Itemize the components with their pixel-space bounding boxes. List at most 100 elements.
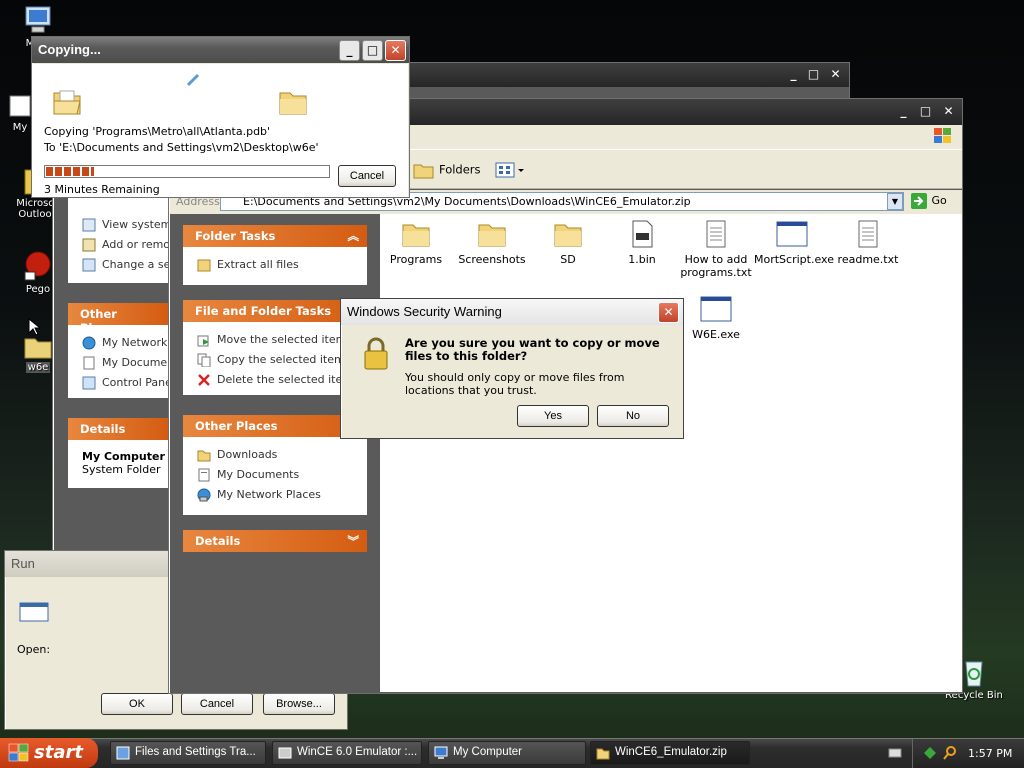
address-dropdown-button[interactable]: ▼ <box>887 193 903 210</box>
folder-icon <box>413 164 434 179</box>
emulator-icon <box>278 747 292 759</box>
system-tasks-pane: View system Add or remov Change a se <box>68 193 177 283</box>
details-pane: Details ︾ <box>183 530 367 552</box>
file-item[interactable]: Screenshots <box>454 219 530 266</box>
file-item[interactable]: W6E.exe <box>678 294 754 341</box>
folder-icon <box>554 224 582 247</box>
binary-file-icon <box>632 220 653 248</box>
start-button[interactable]: start <box>0 738 98 768</box>
copying-dialog[interactable]: Copying... _ □ ✕ Copying 'Programs\Metro… <box>31 36 410 198</box>
search-icon[interactable] <box>942 745 958 761</box>
text-file-icon <box>858 220 878 248</box>
flying-paper-icon <box>186 73 200 87</box>
go-button[interactable]: Go <box>910 192 947 210</box>
folders-button[interactable]: Folders <box>413 161 481 179</box>
folder-icon <box>402 224 430 247</box>
documents-icon <box>9 95 31 117</box>
taskbar-item-wince-emulator[interactable]: WinCE 6.0 Emulator :... <box>272 741 422 765</box>
task-delete-selected[interactable]: Delete the selected items <box>197 373 359 387</box>
file-item[interactable]: Programs <box>378 219 454 266</box>
place-downloads[interactable]: Downloads <box>197 448 277 462</box>
place-control-panel[interactable]: Control Pane <box>82 376 172 390</box>
task-copy-selected[interactable]: Copy the selected items <box>197 353 350 367</box>
network-tray-icon[interactable] <box>922 745 938 761</box>
views-button[interactable] <box>495 161 527 182</box>
browse-button[interactable]: Browse... <box>263 693 335 715</box>
open-label: Open: <box>17 643 51 656</box>
transfer-wizard-icon <box>116 746 130 760</box>
task-extract-all[interactable]: Extract all files <box>197 258 299 272</box>
file-view[interactable]: Programs Screenshots SD 1.bin How to add… <box>380 214 962 692</box>
taskbar-item-zip[interactable]: WinCE6_Emulator.zip <box>590 741 750 765</box>
task-view-system[interactable]: View system <box>82 218 171 232</box>
folder-tasks-header[interactable]: Folder Tasks ︽ <box>183 225 367 247</box>
file-item[interactable]: MortScript.exe <box>754 219 834 266</box>
file-item[interactable]: SD <box>530 219 606 266</box>
recycle-bin-icon <box>965 661 983 687</box>
run-icon <box>19 602 49 622</box>
computer-icon <box>434 746 448 759</box>
minimize-button[interactable]: _ <box>339 40 360 61</box>
add-remove-icon <box>82 238 96 252</box>
maximize-button[interactable]: □ <box>803 65 824 86</box>
place-my-documents[interactable]: My Documen <box>82 356 174 370</box>
copying-destination-text: To 'E:\Documents and Settings\vm2\Deskto… <box>44 141 319 154</box>
computer-icon <box>25 6 51 33</box>
folder-icon <box>197 450 211 462</box>
maximize-button[interactable]: □ <box>915 102 936 123</box>
collapse-icon: ︽ <box>347 229 360 243</box>
lock-icon <box>364 337 388 370</box>
security-title-bar[interactable]: Windows Security Warning <box>341 299 683 325</box>
close-button[interactable]: ✕ <box>938 102 959 123</box>
progress-fill <box>46 167 94 176</box>
folder-icon <box>24 338 52 359</box>
text-file-icon <box>706 220 726 248</box>
copy-progress-bar <box>44 165 330 178</box>
folder-tasks-pane: Folder Tasks ︽ Extract all files <box>183 225 367 285</box>
copy-cancel-button[interactable]: Cancel <box>338 165 396 187</box>
ok-button[interactable]: OK <box>101 693 173 715</box>
details-header[interactable]: Details ︾ <box>183 530 367 552</box>
zip-folder-icon <box>596 748 610 760</box>
taskbar-item-my-computer[interactable]: My Computer <box>428 741 586 765</box>
documents-icon <box>83 356 95 370</box>
file-item[interactable]: readme.txt <box>830 219 906 266</box>
delete-icon <box>198 374 210 386</box>
close-button[interactable]: ✕ <box>658 302 679 323</box>
pego-icon <box>24 251 51 281</box>
windows-logo-icon <box>934 128 951 143</box>
back-details-pane: Details My Computer System Folder <box>68 418 168 488</box>
copy-icon <box>197 353 211 367</box>
other-places-header[interactable]: Other Places <box>68 303 168 335</box>
warning-note: You should only copy or move files from … <box>405 371 625 397</box>
place-my-network[interactable]: My Network Places <box>197 488 321 502</box>
move-icon <box>197 335 209 347</box>
close-button[interactable]: ✕ <box>825 65 846 86</box>
place-my-network[interactable]: My Network <box>82 336 167 350</box>
details-name: My Computer <box>82 450 165 463</box>
minimize-button[interactable]: _ <box>783 65 804 86</box>
network-icon <box>82 336 96 350</box>
no-button[interactable]: No <box>597 405 669 427</box>
expand-icon: ︾ <box>347 534 360 548</box>
exe-file-icon <box>776 221 808 247</box>
place-my-documents[interactable]: My Documents <box>197 468 299 482</box>
details-header[interactable]: Details <box>68 418 168 440</box>
file-item[interactable]: 1.bin <box>604 219 680 266</box>
warning-question: Are you sure you want to copy or move fi… <box>405 336 660 363</box>
copying-source-text: Copying 'Programs\Metro\all\Atlanta.pdb' <box>44 125 271 138</box>
minimize-button[interactable]: _ <box>893 102 914 123</box>
go-arrow-icon <box>911 193 927 209</box>
keyboard-icon[interactable] <box>888 746 902 760</box>
cancel-button[interactable]: Cancel <box>181 693 253 715</box>
close-button[interactable]: ✕ <box>385 40 406 61</box>
task-move-selected[interactable]: Move the selected items <box>197 333 352 347</box>
security-warning-dialog[interactable]: Windows Security Warning ✕ Are you sure … <box>340 298 684 439</box>
yes-button[interactable]: Yes <box>517 405 589 427</box>
file-item[interactable]: How to add programs.txt <box>678 219 754 279</box>
task-add-remove[interactable]: Add or remov <box>82 238 177 252</box>
task-change-setting[interactable]: Change a se <box>82 258 170 272</box>
maximize-button[interactable]: □ <box>362 40 383 61</box>
taskbar-item-files-settings[interactable]: Files and Settings Tra... <box>110 741 266 765</box>
details-type: System Folder <box>82 463 161 476</box>
